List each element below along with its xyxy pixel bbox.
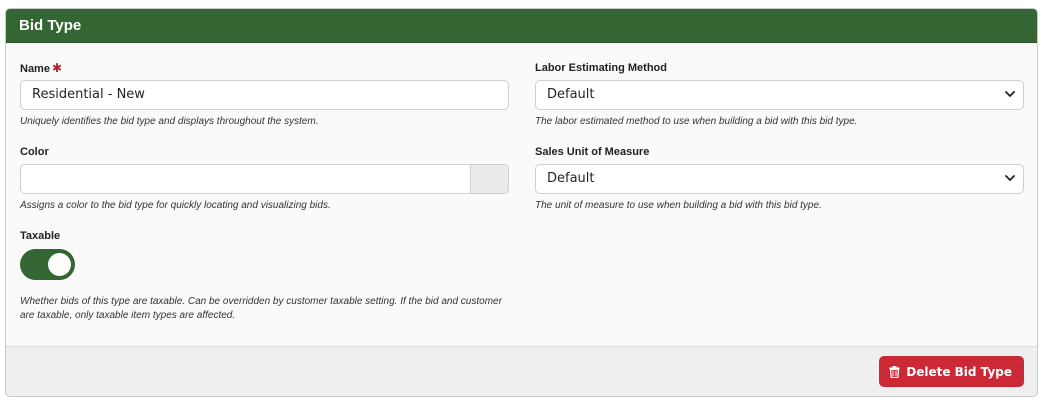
labor-method-selected-value: Default <box>547 87 595 102</box>
card-title: Bid Type <box>6 9 1037 43</box>
chevron-down-icon <box>1005 175 1015 181</box>
name-field-group: Name ✱ Residential - New Uniquely identif… <box>20 61 509 129</box>
card-body: Name ✱ Residential - New Uniquely identif… <box>6 43 1037 347</box>
trash-icon <box>889 365 900 378</box>
labor-method-label: Labor Estimating Method <box>535 62 667 74</box>
color-input-group <box>20 164 509 194</box>
color-input[interactable] <box>20 164 471 194</box>
sales-uom-label: Sales Unit of Measure <box>535 146 650 158</box>
sales-uom-help-text: The unit of measure to use when building… <box>535 200 822 211</box>
labor-method-help-text: The labor estimated method to use when b… <box>535 116 858 127</box>
labor-method-field-group: Labor Estimating Method Default The labo… <box>535 61 1024 129</box>
chevron-down-icon <box>1005 91 1015 97</box>
taxable-field-group: Taxable Whether bids of this type are ta… <box>20 229 509 323</box>
bid-type-card: Bid Type Name ✱ Residential - New Uniquel… <box>5 8 1038 397</box>
name-help-text: Uniquely identifies the bid type and dis… <box>20 116 319 127</box>
sales-uom-selected-value: Default <box>547 171 595 186</box>
color-swatch[interactable] <box>471 164 509 194</box>
labor-method-select[interactable]: Default <box>535 80 1024 110</box>
sales-uom-select[interactable]: Default <box>535 164 1024 194</box>
taxable-toggle[interactable] <box>20 249 75 280</box>
name-input[interactable]: Residential - New <box>20 80 509 110</box>
sales-uom-field-group: Sales Unit of Measure Default The unit o… <box>535 145 1024 213</box>
delete-bid-type-button[interactable]: Delete Bid Type <box>879 356 1024 387</box>
color-field-group: Color Assigns a color to the bid type fo… <box>20 145 509 213</box>
delete-button-label: Delete Bid Type <box>906 364 1012 379</box>
taxable-help-text: Whether bids of this type are taxable. C… <box>20 296 502 321</box>
card-footer: Delete Bid Type <box>6 346 1037 396</box>
color-label: Color <box>20 146 49 158</box>
name-label-text: Name <box>20 63 50 75</box>
name-label: Name ✱ <box>20 61 509 75</box>
color-help-text: Assigns a color to the bid type for quic… <box>20 200 331 211</box>
required-icon: ✱ <box>51 61 63 75</box>
toggle-knob <box>48 253 71 276</box>
taxable-label: Taxable <box>20 230 61 242</box>
